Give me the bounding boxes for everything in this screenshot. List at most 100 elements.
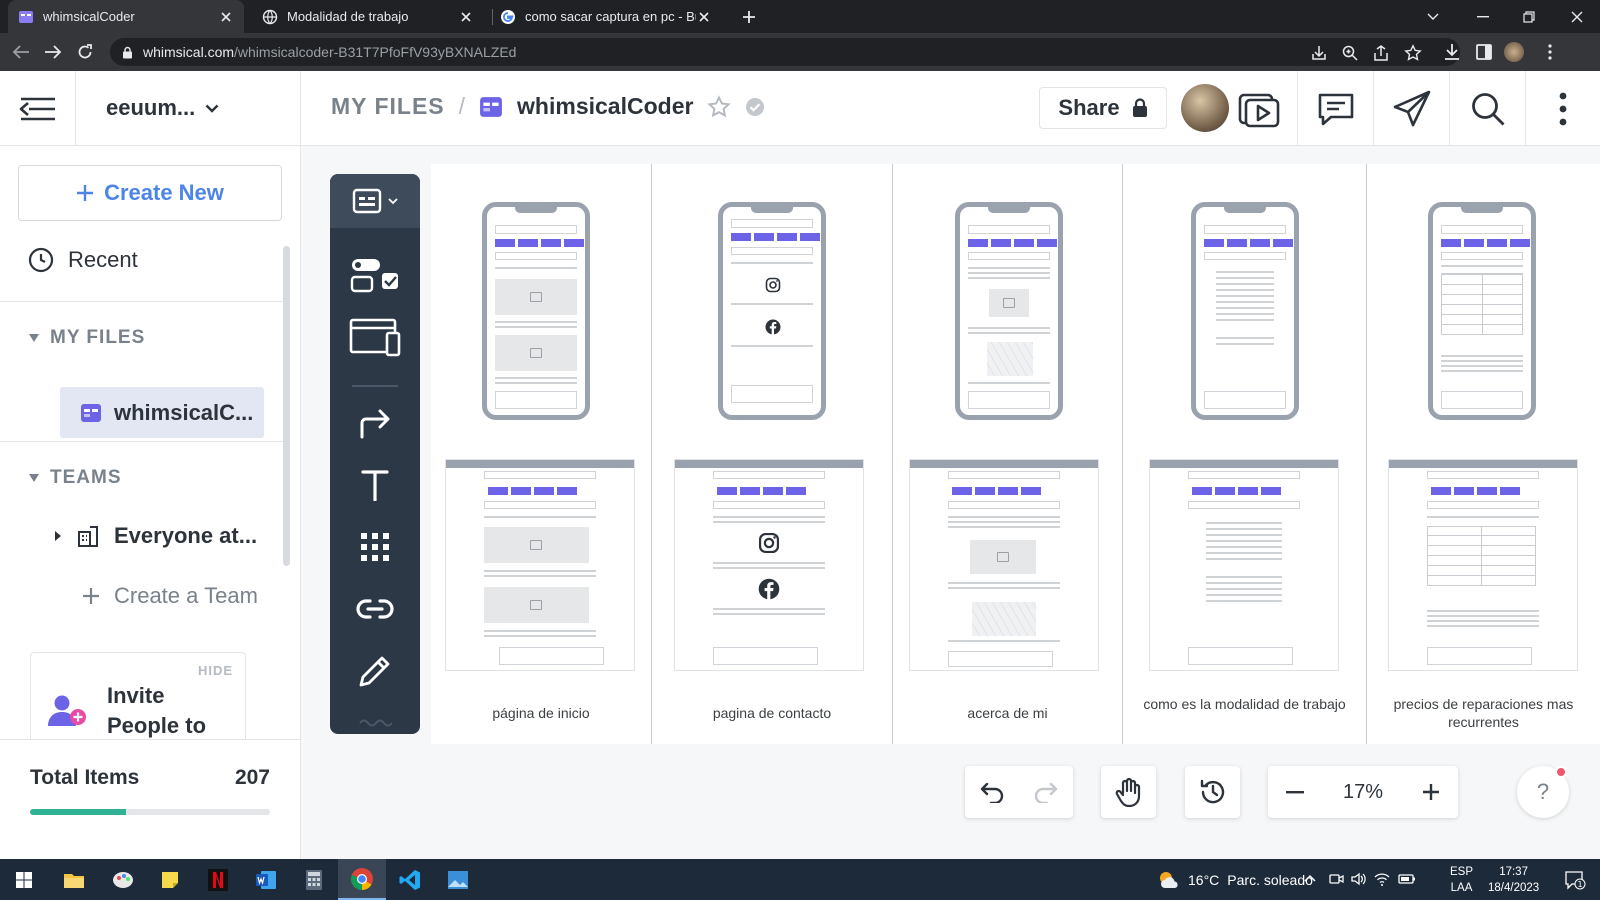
- windows-start-icon[interactable]: [0, 859, 48, 900]
- sticky-notes-icon[interactable]: [146, 859, 194, 900]
- side-panel-icon[interactable]: [1474, 42, 1494, 62]
- pencil-tool[interactable]: [330, 646, 420, 696]
- wireframe-caption[interactable]: como es la modalidad de trabajo: [1123, 695, 1366, 713]
- wireframe-caption[interactable]: pagina de contacto: [652, 704, 892, 722]
- share-page-icon[interactable]: [1372, 44, 1390, 62]
- mobile-wireframe[interactable]: [718, 202, 826, 420]
- mobile-wireframe[interactable]: [1191, 202, 1299, 420]
- tab-search-chevron-icon[interactable]: [1410, 0, 1456, 33]
- lock-icon[interactable]: [122, 46, 133, 59]
- undo-icon[interactable]: [965, 781, 1019, 803]
- sidebar-item-team[interactable]: Everyone at...: [54, 523, 257, 549]
- chrome-icon[interactable]: [338, 859, 386, 900]
- paint-app-icon[interactable]: [100, 859, 148, 900]
- desktop-wireframe[interactable]: [445, 459, 635, 671]
- search-button[interactable]: [1449, 71, 1525, 146]
- hide-link[interactable]: HIDE: [198, 663, 233, 678]
- zoom-level[interactable]: 17%: [1322, 781, 1404, 804]
- minimize-icon[interactable]: [1460, 0, 1506, 33]
- connector-tool[interactable]: [330, 398, 420, 448]
- close-icon[interactable]: [696, 9, 712, 25]
- wireframe-caption[interactable]: página de inicio: [431, 704, 651, 722]
- create-team-button[interactable]: Create a Team: [82, 583, 258, 609]
- tab-google-search[interactable]: como sacar captura en pc - Busc: [490, 0, 722, 33]
- comments-button[interactable]: [1297, 71, 1373, 146]
- sidebar-item-file[interactable]: whimsicalC...: [60, 387, 264, 438]
- more-options-button[interactable]: [1525, 71, 1600, 146]
- calculator-icon[interactable]: [290, 859, 338, 900]
- breadcrumb-my-files[interactable]: MY FILES: [331, 93, 445, 120]
- sidebar-scrollbar[interactable]: [283, 246, 290, 566]
- sidebar-item-recent[interactable]: Recent: [28, 247, 138, 273]
- file-title[interactable]: whimsicalCoder: [517, 93, 693, 120]
- my-files-section-toggle[interactable]: MY FILES: [28, 327, 145, 349]
- wireframe-caption[interactable]: acerca de mi: [893, 704, 1122, 722]
- board-column[interactable]: pagina de contacto: [652, 164, 892, 744]
- install-app-icon[interactable]: [1310, 44, 1328, 62]
- mobile-wireframe[interactable]: [1428, 202, 1536, 420]
- mobile-wireframe[interactable]: [482, 202, 590, 420]
- chevron-up-icon[interactable]: [1302, 871, 1318, 887]
- board-column[interactable]: precios de reparaciones mas recurrentes: [1367, 164, 1600, 744]
- file-explorer-icon[interactable]: [50, 859, 98, 900]
- bookmark-star-icon[interactable]: [1404, 44, 1422, 62]
- photos-icon[interactable]: [434, 859, 482, 900]
- desktop-wireframe[interactable]: [1149, 459, 1339, 671]
- wifi-icon[interactable]: [1374, 871, 1390, 887]
- component-picker[interactable]: [330, 174, 420, 228]
- teams-section-toggle[interactable]: TEAMS: [28, 467, 122, 489]
- meet-now-icon[interactable]: [1328, 871, 1344, 887]
- board-column[interactable]: acerca de mi: [893, 164, 1122, 744]
- tab-whimsicalcoder[interactable]: whimsicalCoder: [8, 0, 244, 33]
- restore-icon[interactable]: [1506, 0, 1552, 33]
- workspace-switcher[interactable]: eeuum...: [106, 95, 219, 121]
- forward-arrow-icon[interactable]: [38, 37, 68, 67]
- weather-widget[interactable]: 16°C Parc. soleado: [1158, 870, 1313, 890]
- star-icon[interactable]: [707, 94, 732, 119]
- link-tool[interactable]: [330, 584, 420, 634]
- download-icon[interactable]: [1442, 42, 1462, 62]
- tab-modalidad[interactable]: Modalidad de trabajo: [252, 0, 484, 33]
- chrome-menu-icon[interactable]: [1540, 42, 1560, 62]
- address-bar[interactable]: whimsical.com/whimsicalcoder-B31T7PfoFfV…: [110, 38, 1460, 66]
- new-tab-icon[interactable]: [738, 6, 760, 28]
- close-icon[interactable]: [458, 9, 474, 25]
- wireframe-caption[interactable]: precios de reparaciones mas recurrentes: [1367, 695, 1600, 731]
- create-new-button[interactable]: Create New: [18, 165, 282, 221]
- board-canvas[interactable]: página de inicio pagina de contacto acer…: [301, 146, 1600, 859]
- system-clock[interactable]: 17:37 18/4/2023: [1488, 864, 1539, 896]
- collapse-menu-icon[interactable]: [0, 71, 76, 146]
- present-button[interactable]: [1221, 71, 1297, 146]
- components-tool[interactable]: [330, 250, 420, 300]
- board-column[interactable]: página de inicio: [431, 164, 651, 744]
- send-button[interactable]: [1373, 71, 1449, 146]
- zoom-out-icon[interactable]: [1268, 790, 1322, 794]
- window-close-icon[interactable]: [1554, 0, 1600, 33]
- zoom-in-icon[interactable]: [1404, 783, 1458, 801]
- close-icon[interactable]: [218, 9, 234, 25]
- share-button[interactable]: Share: [1039, 87, 1167, 129]
- hand-tool-button[interactable]: [1101, 766, 1156, 818]
- history-button[interactable]: [1185, 766, 1240, 818]
- reload-icon[interactable]: [70, 37, 100, 67]
- zoom-icon[interactable]: [1341, 44, 1359, 62]
- back-arrow-icon[interactable]: [6, 37, 36, 67]
- text-tool[interactable]: [330, 460, 420, 510]
- word-icon[interactable]: [242, 859, 290, 900]
- desktop-wireframe[interactable]: [1388, 459, 1578, 671]
- verified-check-icon[interactable]: [745, 97, 765, 117]
- redo-icon[interactable]: [1019, 781, 1073, 803]
- input-language[interactable]: ESP LAA: [1450, 864, 1473, 896]
- more-tools[interactable]: [330, 698, 420, 734]
- board-column[interactable]: como es la modalidad de trabajo: [1123, 164, 1366, 744]
- vscode-icon[interactable]: [386, 859, 434, 900]
- profile-avatar-icon[interactable]: [1504, 42, 1524, 62]
- grid-tool[interactable]: [330, 522, 420, 572]
- battery-icon[interactable]: [1398, 871, 1415, 887]
- volume-icon[interactable]: [1350, 871, 1366, 887]
- desktop-wireframe[interactable]: [909, 459, 1099, 671]
- frame-tool[interactable]: [330, 312, 420, 362]
- mobile-wireframe[interactable]: [955, 202, 1063, 420]
- netflix-icon[interactable]: [194, 859, 242, 900]
- notification-center-icon[interactable]: 1: [1564, 870, 1586, 890]
